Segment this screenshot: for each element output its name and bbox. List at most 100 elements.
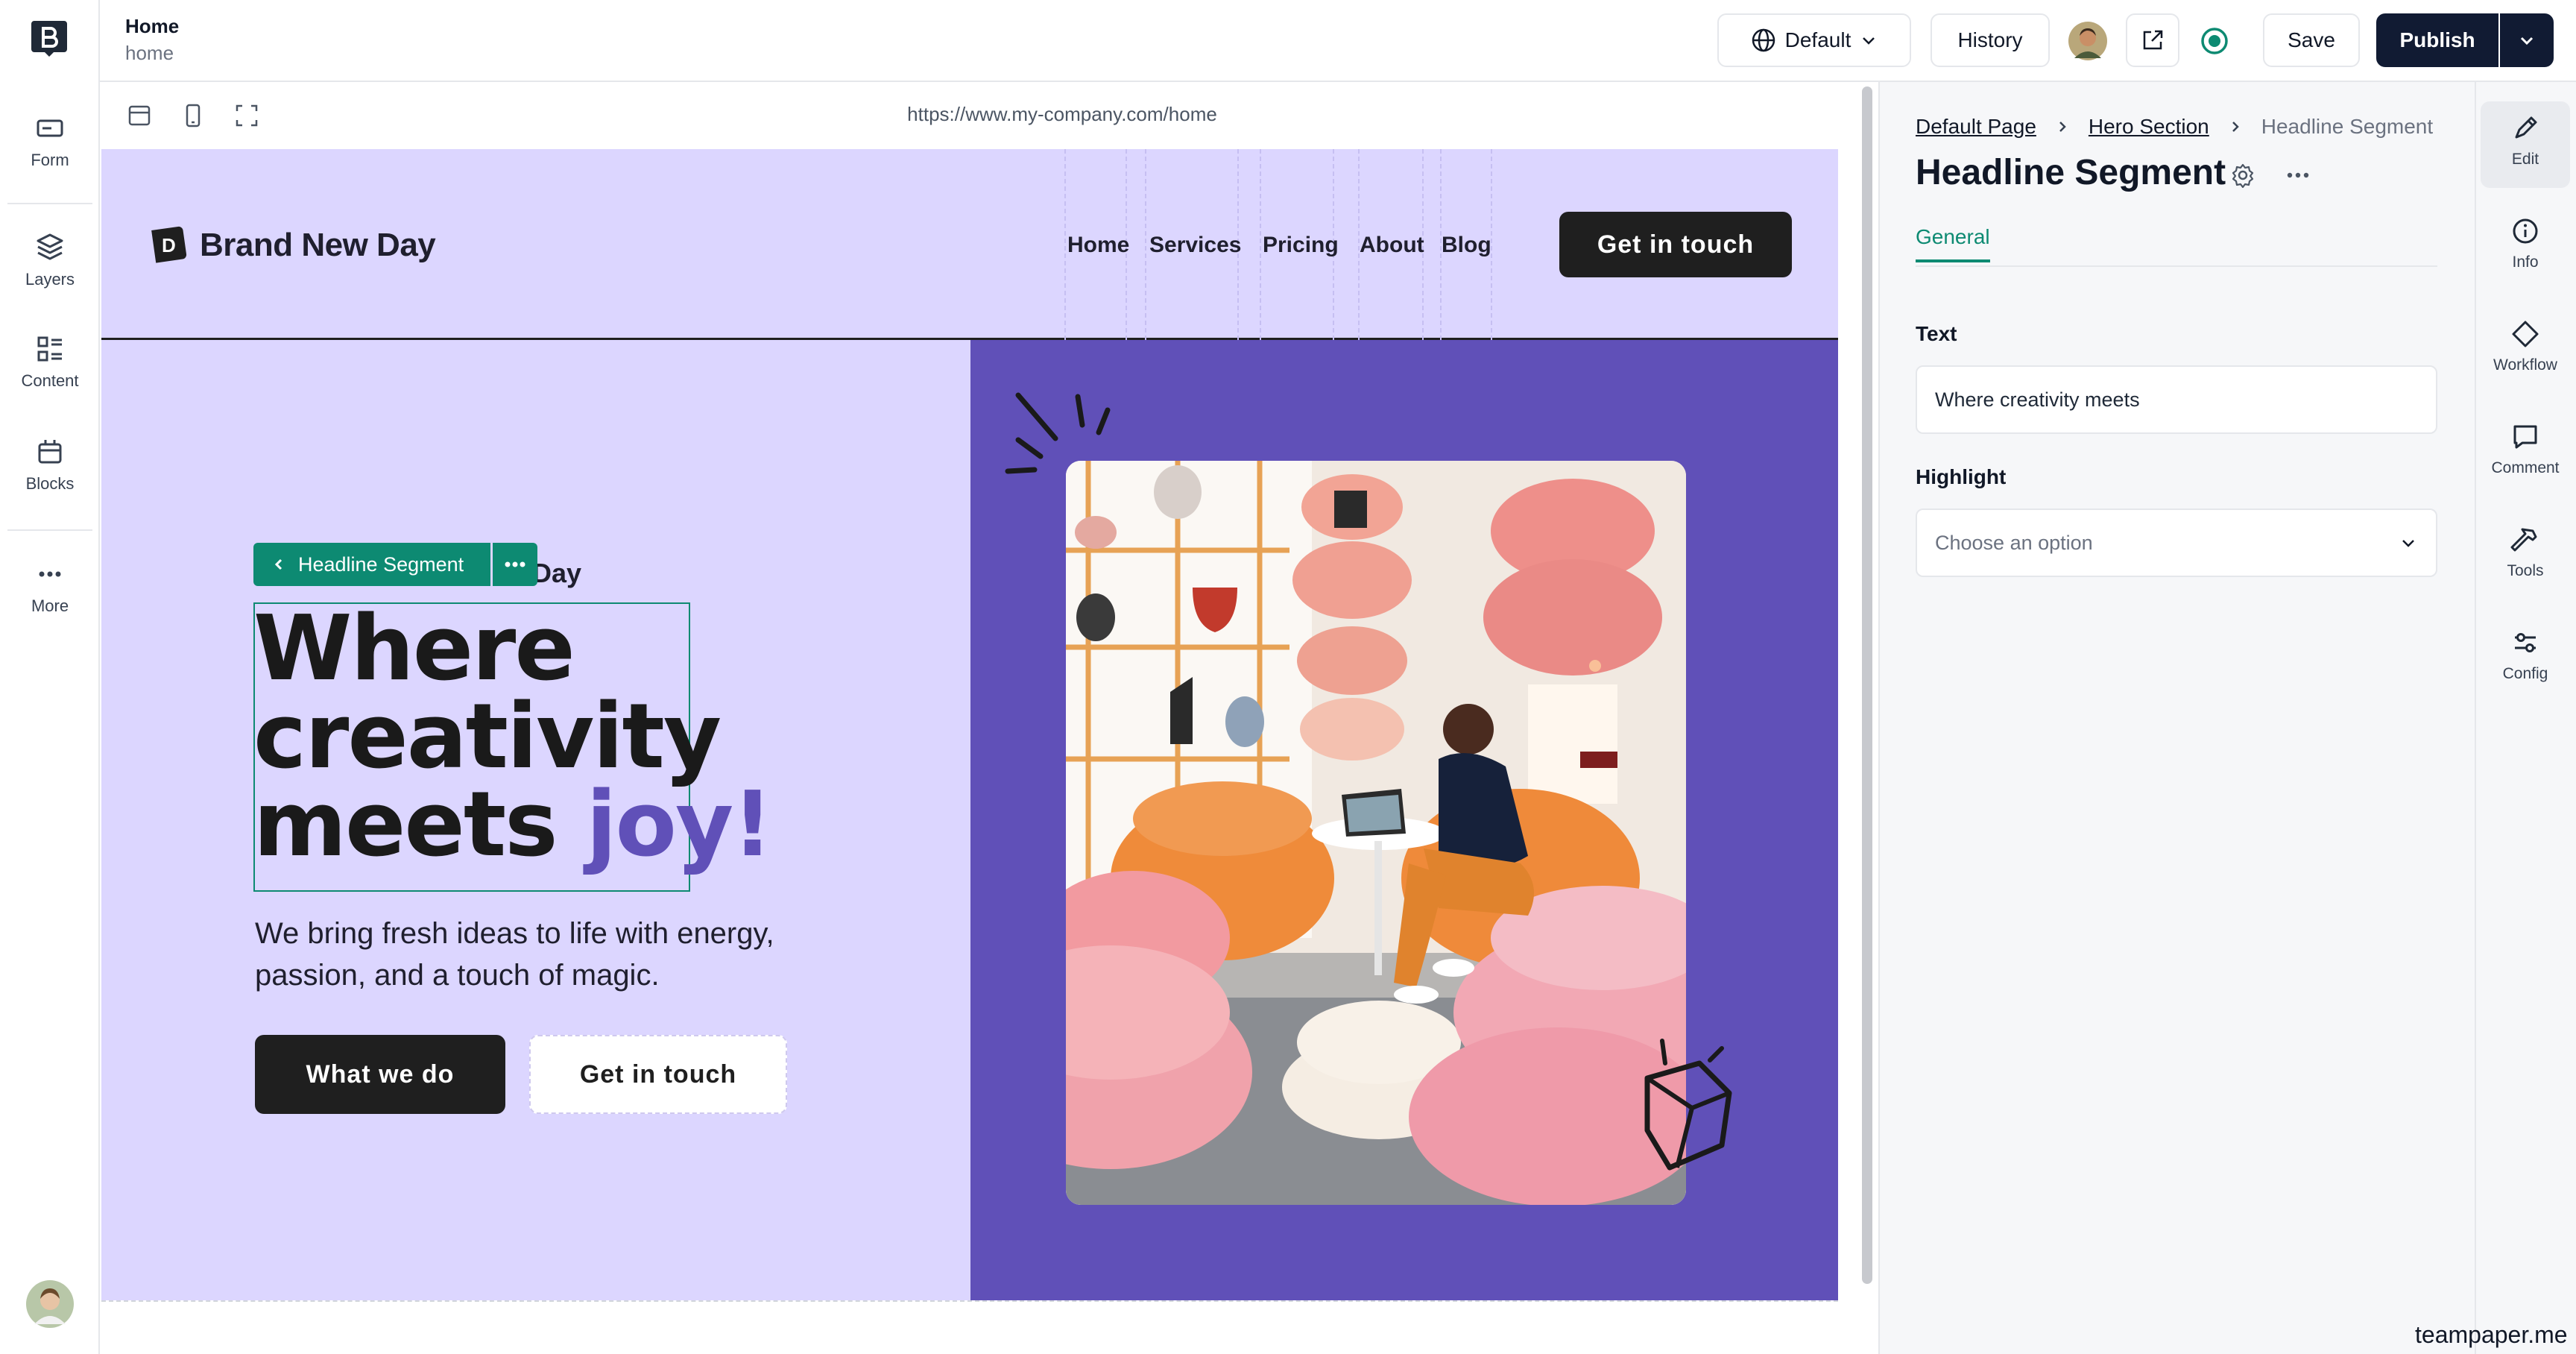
rail-item-comment[interactable]: Comment bbox=[2481, 422, 2570, 477]
rail-item-label: Form bbox=[31, 151, 69, 169]
chevron-down-icon bbox=[2402, 540, 2414, 547]
header-cta-button[interactable]: Get in touch bbox=[1559, 212, 1792, 277]
content-icon bbox=[37, 336, 62, 362]
gear-icon[interactable] bbox=[2230, 163, 2255, 188]
preview-canvas: D Brand New Day Home Services Pricing Ab… bbox=[101, 149, 1838, 1354]
headline-line-2: creativity bbox=[253, 685, 722, 789]
nav-link-pricing[interactable]: Pricing bbox=[1263, 233, 1339, 258]
form-icon bbox=[37, 119, 63, 137]
rail-item-label: Info bbox=[2512, 254, 2539, 271]
what-we-do-button[interactable]: What we do bbox=[255, 1035, 505, 1114]
sliders-icon bbox=[2515, 633, 2536, 652]
chevron-down-icon bbox=[2520, 37, 2534, 45]
live-status-icon bbox=[2201, 28, 2228, 54]
rail-item-label: Workflow bbox=[2493, 356, 2557, 374]
pencil-icon bbox=[2515, 116, 2537, 139]
text-field-label: Text bbox=[1916, 322, 1957, 345]
layers-icon bbox=[37, 233, 63, 260]
selection-tag[interactable]: Headline Segment bbox=[253, 543, 538, 586]
comment-icon bbox=[2513, 425, 2537, 449]
rail-item-content[interactable]: Content bbox=[0, 334, 100, 391]
watermark: teampaper.me bbox=[2415, 1321, 2568, 1348]
more-icon bbox=[39, 571, 61, 577]
breadcrumb-hero-section[interactable]: Hero Section bbox=[2089, 115, 2209, 139]
right-rail bbox=[2475, 82, 2576, 1354]
more-icon bbox=[505, 561, 525, 567]
rail-item-label: Layers bbox=[25, 270, 75, 289]
text-field[interactable]: Where creativity meets bbox=[1916, 365, 2437, 434]
desktop-view-icon[interactable] bbox=[127, 103, 152, 128]
get-in-touch-button[interactable]: Get in touch bbox=[529, 1035, 787, 1114]
panel-title: Headline Segment bbox=[1916, 153, 2226, 192]
locale-dropdown[interactable]: Default bbox=[1717, 13, 1911, 67]
blocks-icon bbox=[38, 440, 62, 464]
text-field-value: Where creativity meets bbox=[1935, 388, 2140, 411]
canvas-scrollbar[interactable] bbox=[1862, 86, 1872, 1284]
rail-item-blocks[interactable]: Blocks bbox=[0, 437, 100, 494]
external-link-icon bbox=[2143, 30, 2163, 50]
breadcrumb: Default Page Hero Section Headline Segme… bbox=[1916, 115, 2433, 139]
tab-divider bbox=[1916, 265, 2437, 267]
page-slug: home bbox=[125, 42, 174, 64]
rail-item-label: Content bbox=[21, 371, 79, 390]
nav-link-about[interactable]: About bbox=[1360, 233, 1424, 258]
rail-item-label: Tools bbox=[2507, 562, 2544, 579]
locale-label: Default bbox=[1784, 28, 1852, 51]
rail-item-config[interactable]: Config bbox=[2481, 628, 2570, 683]
publish-button[interactable]: Publish bbox=[2376, 13, 2498, 67]
chevron-down-icon bbox=[1863, 37, 1875, 45]
chevron-right-icon bbox=[2059, 122, 2066, 132]
user-avatar[interactable] bbox=[25, 1279, 75, 1329]
rail-item-tools[interactable]: Tools bbox=[2481, 525, 2570, 580]
headline-line-3: meets bbox=[253, 773, 558, 877]
hero-photo bbox=[1066, 461, 1686, 1205]
fullscreen-icon[interactable] bbox=[234, 103, 259, 128]
highlight-select-placeholder: Choose an option bbox=[1935, 531, 2093, 554]
publish-options-button[interactable] bbox=[2500, 13, 2554, 67]
hero-headline[interactable]: Where creativity meets joy! bbox=[253, 597, 775, 870]
diamond-icon bbox=[2512, 321, 2539, 347]
brand-initial: D bbox=[162, 234, 176, 256]
selection-more-button[interactable] bbox=[493, 543, 538, 586]
nav-link-services[interactable]: Services bbox=[1149, 233, 1241, 258]
rail-item-info[interactable]: Info bbox=[2481, 216, 2570, 271]
rail-divider bbox=[7, 203, 92, 204]
highlight-select[interactable]: Choose an option bbox=[1916, 508, 2437, 577]
rail-item-label: More bbox=[31, 596, 69, 615]
breadcrumb-default-page[interactable]: Default Page bbox=[1916, 115, 2036, 139]
properties-panel bbox=[1878, 82, 2475, 1354]
chevron-right-icon bbox=[2232, 122, 2239, 132]
collaborator-avatar[interactable] bbox=[2068, 21, 2108, 61]
selection-tag-label-button[interactable]: Headline Segment bbox=[253, 543, 491, 586]
globe-icon bbox=[1752, 28, 1775, 52]
rail-item-label: Config bbox=[2502, 665, 2548, 682]
headline-highlight: joy! bbox=[586, 773, 773, 877]
page-title: Home bbox=[125, 15, 180, 37]
preview-url: https://www.my-company.com/home bbox=[907, 103, 1217, 125]
breadcrumb-current: Headline Segment bbox=[2261, 115, 2434, 138]
info-icon bbox=[2513, 218, 2538, 244]
rail-item-edit[interactable]: Edit bbox=[2481, 113, 2570, 169]
rail-item-layers[interactable]: Layers bbox=[0, 231, 100, 289]
rail-item-workflow[interactable]: Workflow bbox=[2481, 319, 2570, 374]
rail-item-label: Comment bbox=[2491, 459, 2560, 476]
nav-link-blog[interactable]: Blog bbox=[1442, 233, 1491, 258]
hammer-icon bbox=[2510, 528, 2537, 552]
app-logo-icon[interactable] bbox=[28, 18, 70, 60]
brand-logo-icon: D bbox=[151, 226, 187, 263]
rail-divider bbox=[7, 529, 92, 531]
nav-link-home[interactable]: Home bbox=[1067, 233, 1129, 258]
highlight-field-label: Highlight bbox=[1916, 465, 2007, 488]
rail-item-label: Edit bbox=[2511, 151, 2539, 168]
more-icon[interactable] bbox=[2285, 166, 2311, 185]
doodle-box-icon bbox=[1644, 1039, 1732, 1171]
hero-subcopy: We bring fresh ideas to life with energy… bbox=[255, 917, 774, 992]
mobile-view-icon[interactable] bbox=[180, 103, 206, 128]
rail-item-more[interactable]: More bbox=[0, 559, 100, 616]
tab-general[interactable]: General bbox=[1916, 225, 1990, 262]
history-button[interactable]: History bbox=[1931, 13, 2050, 67]
rail-item-form[interactable]: Form bbox=[0, 113, 100, 170]
save-button[interactable]: Save bbox=[2263, 13, 2360, 67]
headline-line-1: Where bbox=[253, 597, 575, 701]
open-external-button[interactable] bbox=[2126, 13, 2179, 67]
